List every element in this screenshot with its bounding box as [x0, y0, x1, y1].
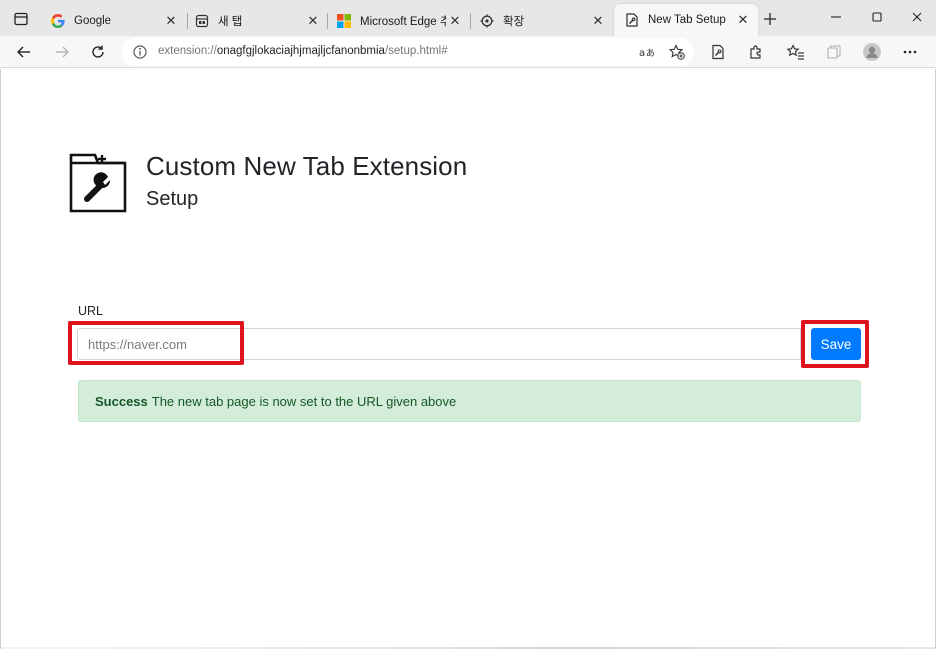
- close-tab-icon[interactable]: ✕: [589, 12, 607, 30]
- extension-logo-icon: [69, 153, 127, 213]
- close-tab-icon[interactable]: ✕: [734, 11, 752, 29]
- svg-text:あ: あ: [646, 48, 655, 59]
- tab-title: 확장: [503, 16, 525, 28]
- add-favorite-button[interactable]: [668, 43, 686, 61]
- tab-new-tab[interactable]: 새 탭 ✕: [184, 6, 328, 36]
- arrow-right-icon: [56, 46, 69, 58]
- maximize-window-button[interactable]: [866, 6, 888, 28]
- extensions-puzzle-icon: [479, 13, 495, 29]
- browser-toolbar: extension://onagfgjlokaciajhjmajljcfanon…: [0, 36, 936, 68]
- tab-actions-menu-button[interactable]: [10, 8, 32, 30]
- forward-button[interactable]: [50, 40, 74, 64]
- extensions-button[interactable]: [746, 42, 766, 62]
- extension-action-button[interactable]: [708, 42, 728, 62]
- minimize-window-button[interactable]: [825, 6, 847, 28]
- document-tools-icon: [624, 12, 640, 28]
- url-host: onagfgjlokaciajhjmajljcfanonbmia: [216, 45, 385, 57]
- minimize-icon: [831, 16, 841, 18]
- tab-actions-icon: [14, 12, 28, 26]
- read-aloud-icon: aあ: [639, 48, 655, 59]
- tab-strip: Google ✕ 새 탭 ✕ Microsoft Edge 추가 ✕ 확장 ✕ …: [0, 0, 936, 36]
- tab-title: 새 탭: [218, 16, 243, 28]
- tab-google[interactable]: Google ✕: [40, 6, 186, 36]
- back-button[interactable]: [12, 40, 36, 64]
- close-tab-icon[interactable]: ✕: [446, 12, 464, 30]
- profile-button[interactable]: [862, 42, 882, 62]
- plus-icon: [764, 13, 776, 25]
- tab-microsoft-edge-addons[interactable]: Microsoft Edge 추가 ✕: [326, 6, 470, 36]
- tab-new-tab-setup[interactable]: New Tab Setup ✕: [614, 4, 758, 36]
- arrow-left-icon: [17, 46, 30, 58]
- new-tab-page-icon: [194, 13, 210, 29]
- tab-title: New Tab Setup: [648, 14, 726, 26]
- tab-extensions[interactable]: 확장 ✕: [469, 6, 613, 36]
- collections-icon: [827, 45, 841, 59]
- page-title: Custom New Tab Extension: [146, 151, 468, 181]
- maximize-icon: [872, 12, 882, 22]
- puzzle-icon: [750, 45, 761, 59]
- tab-title: Microsoft Edge 추가: [360, 16, 446, 28]
- refresh-icon: [92, 45, 104, 58]
- star-add-icon: [669, 44, 685, 60]
- alert-message: The new tab page is now set to the URL g…: [151, 393, 457, 409]
- more-horizontal-icon: [903, 50, 917, 54]
- url-input[interactable]: [77, 328, 801, 360]
- svg-text:a: a: [639, 48, 645, 59]
- close-window-button[interactable]: [906, 6, 928, 28]
- settings-more-button[interactable]: [900, 42, 920, 62]
- refresh-button[interactable]: [86, 40, 110, 64]
- alert-strong-text: Success: [95, 393, 148, 409]
- close-icon: [912, 12, 922, 22]
- url-scheme: extension://: [158, 45, 217, 57]
- success-alert: Success The new tab page is now set to t…: [78, 380, 861, 422]
- new-tab-button[interactable]: [760, 9, 780, 29]
- read-aloud-button[interactable]: aあ: [638, 43, 656, 61]
- page-subtitle: Setup: [146, 188, 199, 210]
- collections-button[interactable]: [824, 42, 844, 62]
- close-tab-icon[interactable]: ✕: [304, 12, 322, 30]
- url-label: URL: [78, 304, 104, 318]
- avatar-icon: [863, 43, 881, 61]
- save-button[interactable]: Save: [811, 328, 861, 360]
- address-bar[interactable]: extension://onagfgjlokaciajhjmajljcfanon…: [122, 38, 694, 66]
- address-url: extension://onagfgjlokaciajhjmajljcfanon…: [158, 45, 448, 57]
- info-icon[interactable]: [132, 44, 148, 60]
- page-content: Custom New Tab Extension Setup URL Save …: [0, 69, 936, 649]
- favorites-list-icon: [787, 44, 804, 60]
- url-path: /setup.html#: [384, 45, 448, 57]
- document-tools-icon: [712, 44, 724, 60]
- microsoft-logo-icon: [336, 13, 352, 29]
- favorites-button[interactable]: [786, 42, 806, 62]
- google-g-icon: [50, 13, 66, 29]
- close-tab-icon[interactable]: ✕: [162, 12, 180, 30]
- tab-title: Google: [74, 15, 112, 27]
